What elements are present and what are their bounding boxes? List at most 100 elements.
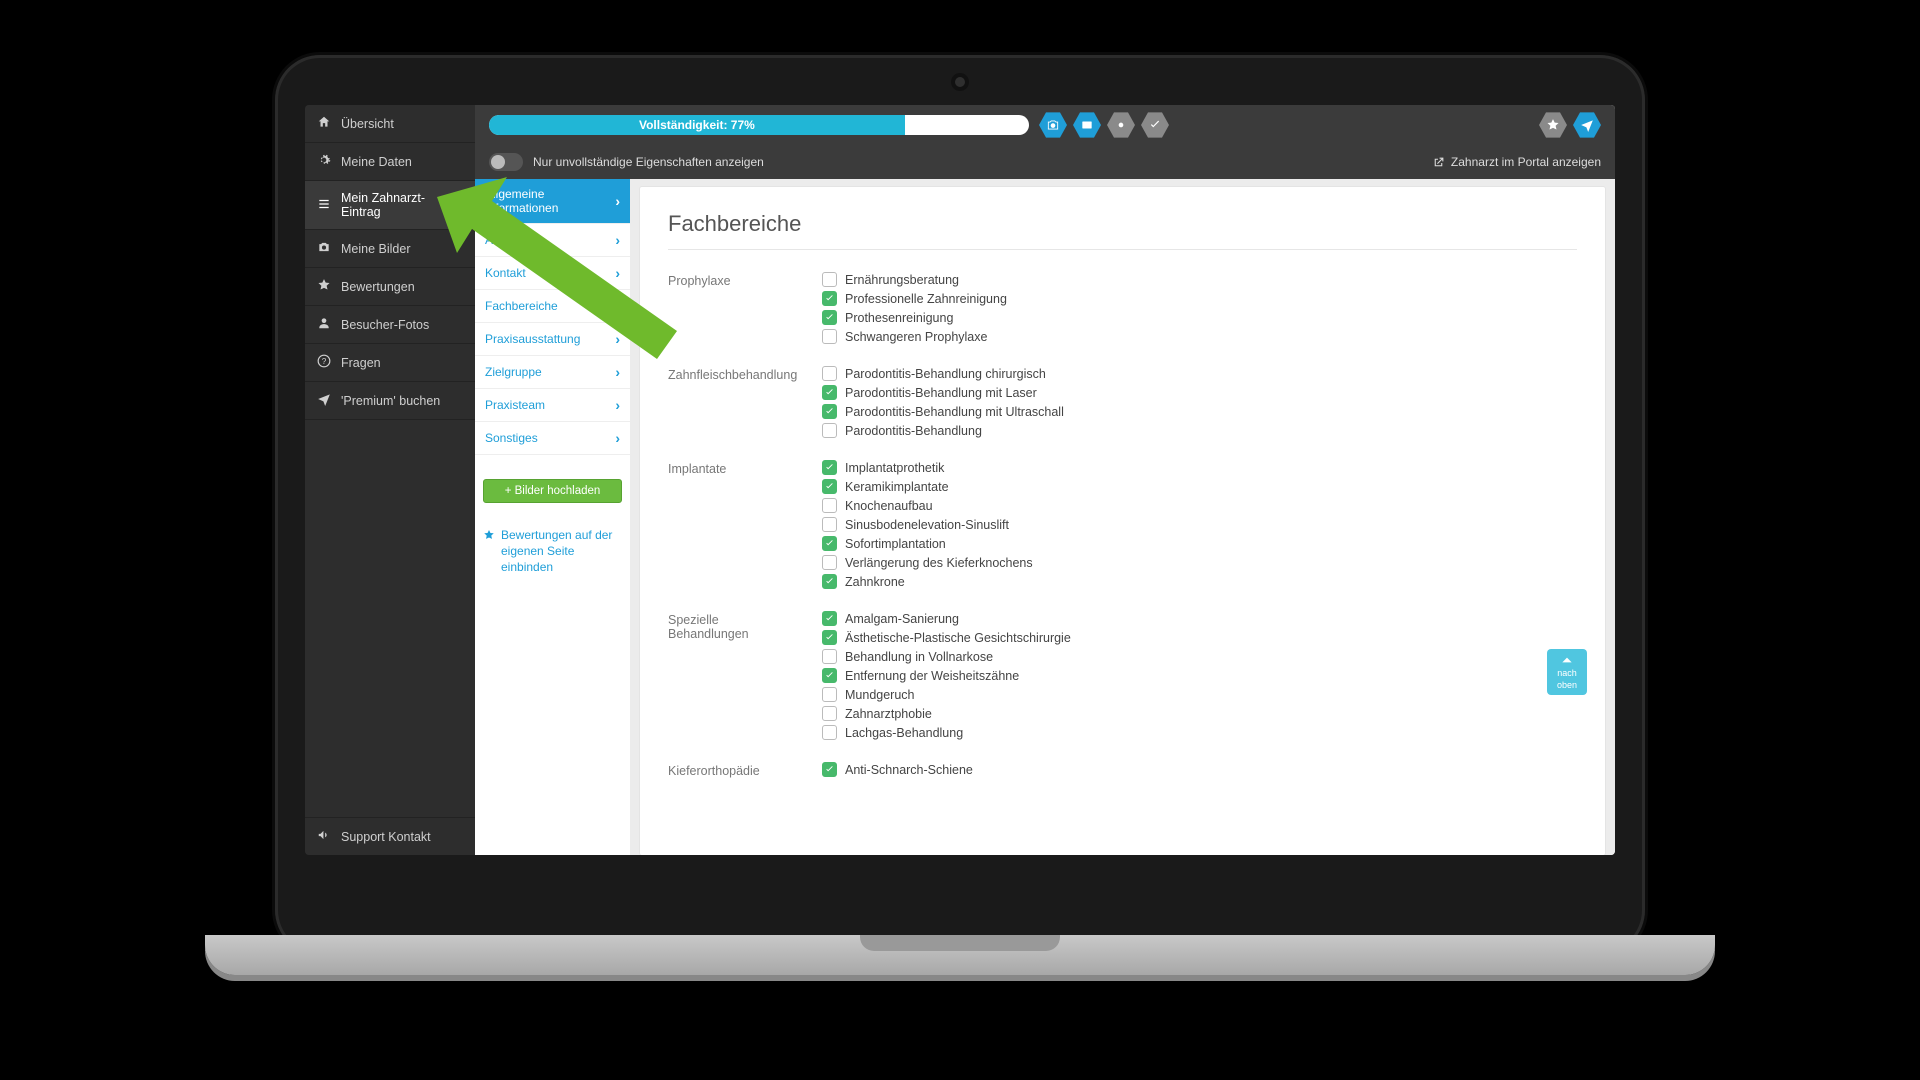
option-label: Lachgas-Behandlung [845, 726, 963, 740]
option-label: Entfernung der Weisheitszähne [845, 669, 1019, 683]
nav-support-link[interactable]: Support Kontakt [305, 817, 475, 855]
nav-item-label: Besucher-Fotos [341, 318, 429, 332]
open-in-portal-link[interactable]: Zahnarzt im Portal anzeigen [1432, 155, 1601, 169]
checkbox[interactable] [822, 611, 837, 626]
group-options: Anti-Schnarch-Schiene [822, 762, 973, 778]
option-row: Schwangeren Prophylaxe [822, 329, 1007, 344]
option-label: Ästhetische-Plastische Gesichtschirurgie [845, 631, 1071, 645]
field-group: ZahnfleischbehandlungParodontitis-Behand… [668, 366, 1577, 438]
option-label: Parodontitis-Behandlung [845, 424, 982, 438]
nav-item-6[interactable]: ?Fragen [305, 344, 475, 382]
toggle-label: Nur unvollständige Eigenschaften anzeige… [533, 155, 764, 169]
subnav-item-4[interactable]: Praxisausstattung› [475, 323, 630, 356]
check-icon [824, 632, 835, 643]
checkbox[interactable] [822, 329, 837, 344]
topbar-filter: Nur unvollständige Eigenschaften anzeige… [475, 145, 1615, 179]
nav-item-2[interactable]: Mein Zahnarzt-Eintrag [305, 181, 475, 230]
group-options: ErnährungsberatungProfessionelle Zahnrei… [822, 272, 1007, 344]
nav-item-label: Meine Bilder [341, 242, 410, 256]
subnav-item-2[interactable]: Kontakt› [475, 257, 630, 290]
subnav-item-5[interactable]: Zielgruppe› [475, 356, 630, 389]
laptop-camera [955, 77, 965, 87]
checkbox[interactable] [822, 649, 837, 664]
checkbox[interactable] [822, 460, 837, 475]
subnav-item-0[interactable]: Allgemeine Informationen› [475, 179, 630, 224]
nav-item-4[interactable]: Bewertungen [305, 268, 475, 306]
nav-item-label: Übersicht [341, 117, 394, 131]
checkbox[interactable] [822, 366, 837, 381]
option-row: Zahnarztphobie [822, 706, 1071, 721]
laptop-screen: Übersicht Meine DatenMein Zahnarzt-Eintra… [305, 105, 1615, 855]
nav-item-5[interactable]: Besucher-Fotos [305, 306, 475, 344]
chevron-right-icon: › [615, 232, 620, 248]
to-top-label-1: nach [1557, 669, 1577, 679]
upload-images-button[interactable]: + Bilder hochladen [483, 479, 622, 503]
group-options: Amalgam-SanierungÄsthetische-Plastische … [822, 611, 1071, 740]
chevron-right-icon: › [615, 397, 620, 413]
checkbox[interactable] [822, 762, 837, 777]
subnav-item-7[interactable]: Sonstiges › [475, 422, 630, 455]
subnav-item-1[interactable]: Adresse › [475, 224, 630, 257]
top-icon-group-right [1539, 111, 1601, 139]
to-top-label-2: oben [1557, 681, 1577, 691]
option-label: Knochenaufbau [845, 499, 933, 513]
nav-item-label: 'Premium' buchen [341, 394, 440, 408]
star-icon [317, 278, 331, 295]
checkbox[interactable] [822, 291, 837, 306]
scroll-to-top-button[interactable]: nach oben [1547, 649, 1587, 695]
subnav-item-3[interactable]: Fachbereiche› [475, 290, 630, 323]
portal-link-label: Zahnarzt im Portal anzeigen [1451, 155, 1601, 169]
field-group: ImplantateImplantatprothetikKeramikimpla… [668, 460, 1577, 589]
checkbox[interactable] [822, 536, 837, 551]
nav-item-7[interactable]: 'Premium' buchen [305, 382, 475, 420]
checkbox[interactable] [822, 310, 837, 325]
subnav-item-label: Adresse [485, 233, 529, 247]
checkbox[interactable] [822, 687, 837, 702]
checkbox[interactable] [822, 668, 837, 683]
subnav-item-label: Sonstiges [485, 431, 538, 445]
checkbox[interactable] [822, 706, 837, 721]
checkbox[interactable] [822, 574, 837, 589]
camera-icon [317, 240, 331, 257]
top-hex-star-icon[interactable] [1539, 111, 1567, 139]
incomplete-only-toggle[interactable] [489, 153, 523, 171]
option-row: Lachgas-Behandlung [822, 725, 1071, 740]
embed-reviews-link[interactable]: Bewertungen auf der eigenen Seite einbin… [483, 527, 622, 576]
chevron-right-icon: › [615, 265, 620, 281]
checkbox[interactable] [822, 725, 837, 740]
nav-item-1[interactable]: Meine Daten [305, 143, 475, 181]
checkbox[interactable] [822, 479, 837, 494]
top-hex-generic1-icon[interactable] [1107, 111, 1135, 139]
nav-item-3[interactable]: Meine Bilder [305, 230, 475, 268]
option-row: Knochenaufbau [822, 498, 1033, 513]
chevron-right-icon: › [615, 364, 620, 380]
option-label: Sofortimplantation [845, 537, 946, 551]
option-label: Parodontitis-Behandlung mit Ultraschall [845, 405, 1064, 419]
chevron-right-icon: › [615, 430, 620, 446]
subnav-item-6[interactable]: Praxisteam› [475, 389, 630, 422]
checkbox[interactable] [822, 555, 837, 570]
checkbox[interactable] [822, 517, 837, 532]
progress-fill: Vollständigkeit: 77% [489, 115, 905, 135]
page-card: Fachbereiche ProphylaxeErnährungsberatun… [640, 187, 1605, 855]
group-label: Prophylaxe [668, 272, 798, 344]
top-hex-generic2-icon[interactable] [1141, 111, 1169, 139]
top-hex-camera-icon[interactable] [1039, 111, 1067, 139]
option-row: Entfernung der Weisheitszähne [822, 668, 1071, 683]
group-label: Implantate [668, 460, 798, 589]
checkbox[interactable] [822, 272, 837, 287]
checkbox[interactable] [822, 498, 837, 513]
checkbox[interactable] [822, 423, 837, 438]
nav-spacer [305, 420, 475, 817]
top-hex-card-icon[interactable] [1073, 111, 1101, 139]
nav-item-0[interactable]: Übersicht [305, 105, 475, 143]
nav-support-label: Support Kontakt [341, 830, 431, 844]
option-row: Parodontitis-Behandlung chirurgisch [822, 366, 1064, 381]
checkbox[interactable] [822, 385, 837, 400]
checkbox[interactable] [822, 404, 837, 419]
option-row: Keramikimplantate [822, 479, 1033, 494]
option-row: Zahnkrone [822, 574, 1033, 589]
checkbox[interactable] [822, 630, 837, 645]
option-label: Keramikimplantate [845, 480, 949, 494]
top-hex-plane-icon[interactable] [1573, 111, 1601, 139]
